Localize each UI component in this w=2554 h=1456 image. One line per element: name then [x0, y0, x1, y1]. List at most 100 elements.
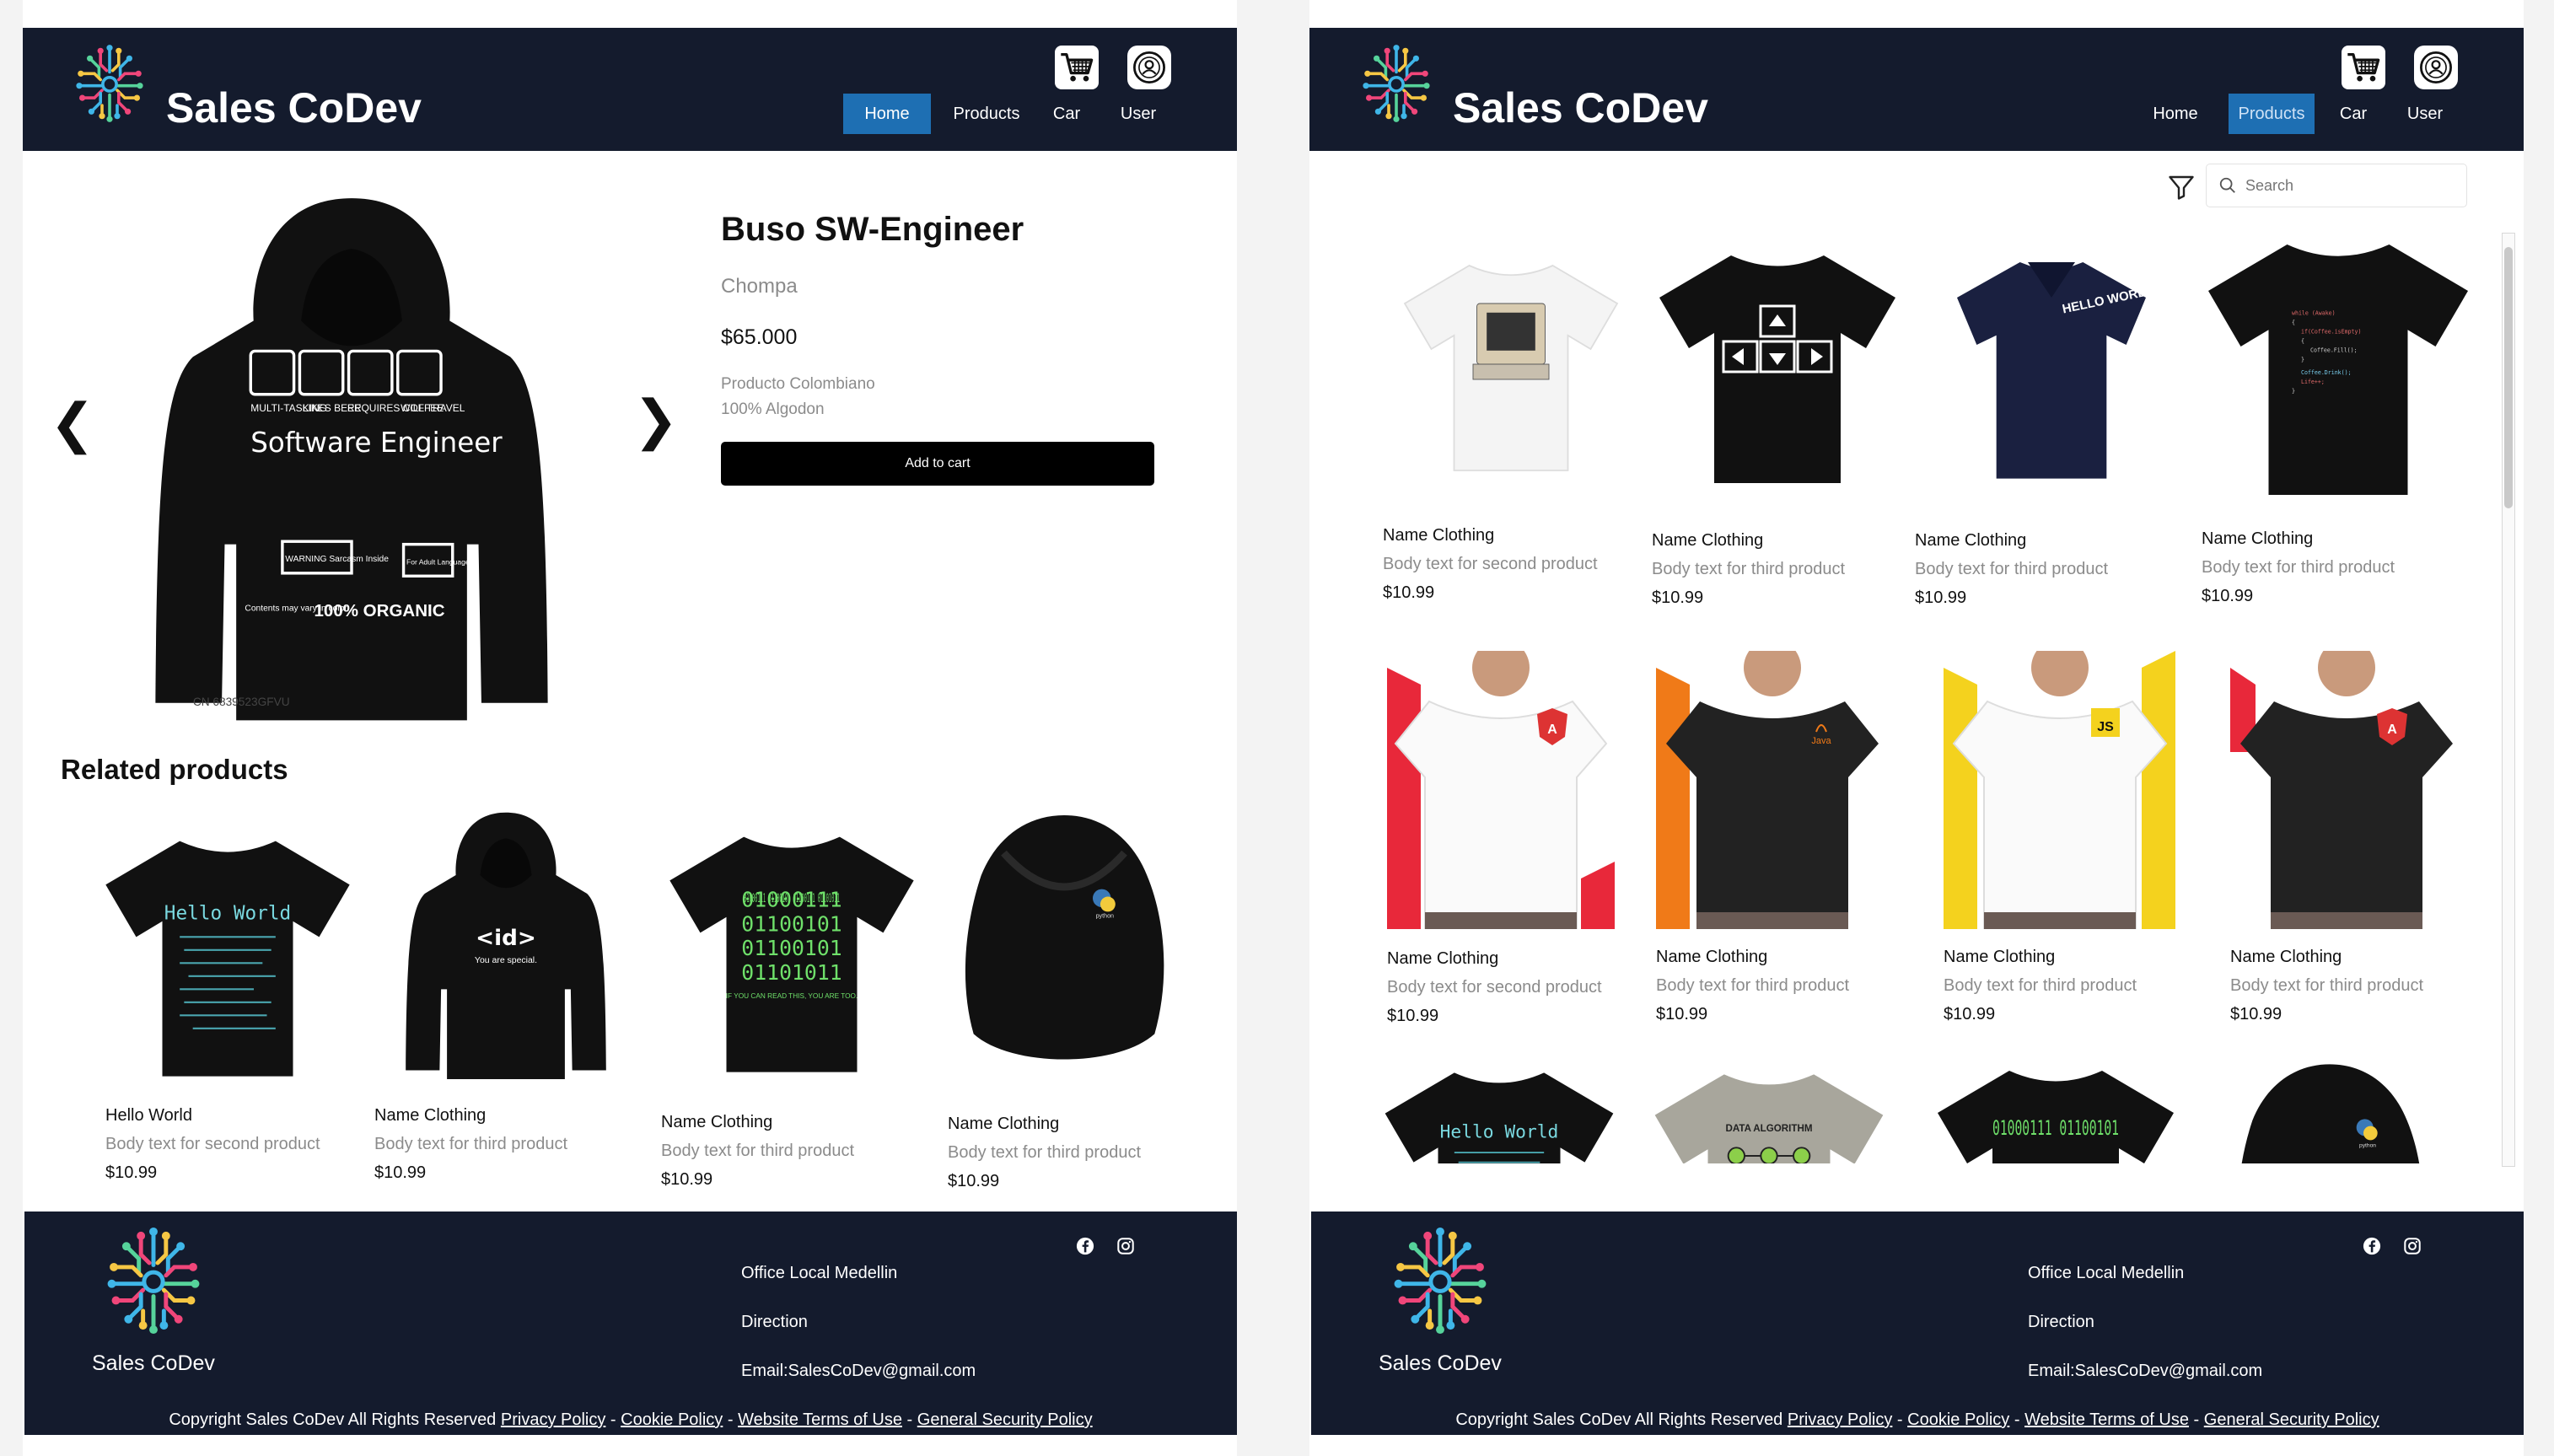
- instagram-icon[interactable]: [1116, 1237, 1135, 1255]
- code-line: if(Coffee.isEmpty): [2301, 329, 2361, 336]
- product-print-text: python: [2359, 1143, 2376, 1149]
- hoodie-print-main: Software Engineer: [250, 427, 503, 459]
- related-product-image[interactable]: Hello World: [97, 819, 358, 1089]
- product-image[interactable]: python: [2220, 1057, 2439, 1163]
- search-input[interactable]: [2245, 176, 2448, 195]
- security-policy-link[interactable]: General Security Policy: [917, 1410, 1093, 1429]
- hoodie-print-warning: WARNING Sarcasm Inside: [285, 555, 389, 564]
- product-price: $10.99: [1652, 588, 1704, 607]
- product-print-text: 01000111 01100101: [1992, 1116, 2119, 1140]
- product-name: Name Clothing: [2202, 529, 2314, 548]
- scrollbar[interactable]: [2502, 233, 2515, 1167]
- separator: -: [605, 1410, 621, 1429]
- user-icon[interactable]: [2414, 46, 2458, 89]
- product-image[interactable]: Hello World: [1377, 1052, 1621, 1163]
- brand-title[interactable]: Sales CoDev: [166, 83, 422, 132]
- product-image: MULTI-TASKING LIKES BEER REQUIRES COFFEE…: [132, 184, 571, 732]
- footer-copyright: Copyright Sales CoDev All Rights Reserve…: [24, 1410, 1237, 1430]
- product-body: Body text for second product: [1383, 555, 1598, 573]
- related-name: Name Clothing: [661, 1113, 773, 1131]
- footer-email[interactable]: Email:SalesCoDev@gmail.com: [2028, 1362, 2262, 1381]
- instagram-icon[interactable]: [2403, 1237, 2422, 1255]
- add-to-cart-button[interactable]: Add to cart: [721, 442, 1154, 486]
- nav-home[interactable]: Home: [843, 94, 931, 134]
- product-body: Body text for second product: [1387, 978, 1602, 997]
- nav-home[interactable]: Home: [2142, 94, 2209, 134]
- terms-link[interactable]: Website Terms of Use: [2024, 1410, 2189, 1429]
- nav-products[interactable]: Products: [2229, 94, 2315, 134]
- product-name: Name Clothing: [2230, 948, 2342, 966]
- footer-logo[interactable]: [99, 1223, 208, 1338]
- search-box[interactable]: [2206, 164, 2467, 207]
- brand-logo[interactable]: [1358, 40, 1434, 127]
- nav-user[interactable]: User: [1109, 94, 1168, 134]
- carousel-prev-icon[interactable]: ❮: [50, 396, 95, 450]
- code-line: {: [2301, 338, 2304, 345]
- cookie-policy-link[interactable]: Cookie Policy: [1907, 1410, 2009, 1429]
- product-image[interactable]: DATA ALGORITHM: [1647, 1054, 1891, 1163]
- code-line: while (Awake): [2292, 310, 2336, 317]
- carousel-next-icon[interactable]: ❯: [633, 393, 679, 447]
- code-line: {: [2292, 320, 2295, 326]
- product-description-material: 100% Algodon: [721, 400, 825, 418]
- hoodie-label-travel: WILL TRAVEL: [401, 402, 465, 414]
- brand-logo[interactable]: [72, 40, 148, 127]
- footer-email[interactable]: Email:SalesCoDev@gmail.com: [741, 1362, 976, 1381]
- product-image[interactable]: JS: [1944, 651, 2175, 929]
- cookie-policy-link[interactable]: Cookie Policy: [621, 1410, 723, 1429]
- related-body: Body text for third product: [948, 1143, 1142, 1162]
- product-image[interactable]: [1651, 226, 1904, 504]
- product-image[interactable]: [1397, 221, 1625, 508]
- nav-products[interactable]: Products: [942, 94, 1031, 134]
- product-name: Name Clothing: [1944, 948, 2056, 966]
- product-image[interactable]: HELLO WORLD: [1933, 229, 2170, 508]
- footer: Sales CoDev Office Local Medellin Direct…: [24, 1212, 1237, 1435]
- related-body: Body text for third product: [374, 1135, 568, 1153]
- related-product-image[interactable]: python: [950, 808, 1178, 1079]
- filter-icon[interactable]: [2166, 172, 2196, 202]
- privacy-policy-link[interactable]: Privacy Policy: [1788, 1410, 1892, 1429]
- product-image[interactable]: A: [1387, 651, 1615, 929]
- footer-logo[interactable]: [1385, 1223, 1495, 1338]
- search-icon: [2219, 177, 2235, 193]
- related-product-image[interactable]: <id> You are special.: [392, 805, 620, 1085]
- scrollbar-thumb[interactable]: [2504, 247, 2513, 508]
- product-name: Name Clothing: [1387, 949, 1499, 968]
- security-policy-link[interactable]: General Security Policy: [2204, 1410, 2379, 1429]
- privacy-policy-link[interactable]: Privacy Policy: [501, 1410, 605, 1429]
- header: Sales CoDev Home Products Car User: [1309, 28, 2524, 151]
- separator: -: [2188, 1410, 2204, 1429]
- facebook-icon[interactable]: [2363, 1237, 2381, 1255]
- related-name: Name Clothing: [948, 1115, 1060, 1133]
- related-price: $10.99: [948, 1172, 1000, 1190]
- code-line: Coffee.Fill();: [2310, 347, 2358, 354]
- product-name: Name Clothing: [1383, 526, 1495, 545]
- terms-link[interactable]: Website Terms of Use: [738, 1410, 902, 1429]
- product-image[interactable]: 01000111 01100101: [1929, 1054, 2182, 1163]
- product-description-origin: Producto Colombiano: [721, 375, 875, 393]
- copyright-text: Copyright Sales CoDev All Rights Reserve…: [1455, 1410, 1788, 1429]
- brand-title[interactable]: Sales CoDev: [1453, 83, 1708, 132]
- facebook-icon[interactable]: [1076, 1237, 1094, 1255]
- product-image[interactable]: while (Awake) { if(Coffee.isEmpty) { Cof…: [2199, 226, 2477, 504]
- code-line: Life++;: [2301, 379, 2325, 385]
- related-print-subtext: IF YOU CAN READ THIS, YOU ARE TOO.: [726, 992, 858, 1000]
- separator: -: [1892, 1410, 1908, 1429]
- user-icon[interactable]: [1127, 46, 1171, 89]
- nav-user[interactable]: User: [2395, 94, 2455, 134]
- nav-car[interactable]: Car: [2330, 94, 2377, 134]
- product-print-text: Hello World: [1440, 1122, 1559, 1143]
- cart-icon[interactable]: [1055, 46, 1099, 89]
- product-price: $10.99: [1656, 1005, 1708, 1023]
- angular-icon: A: [2387, 723, 2397, 737]
- related-product-image[interactable]: 01000111 01100101 01100101 01101011 0100…: [661, 816, 922, 1084]
- product-image[interactable]: A: [2230, 651, 2463, 929]
- cart-icon[interactable]: [2342, 46, 2385, 89]
- binary-line-1: 01000111: [741, 887, 841, 911]
- related-products-title: Related products: [61, 754, 288, 785]
- product-image[interactable]: Java: [1656, 651, 1889, 929]
- related-print-text: Hello World: [164, 903, 291, 925]
- nav-car[interactable]: Car: [1043, 94, 1090, 134]
- related-name: Name Clothing: [374, 1106, 487, 1125]
- hoodie-print-rating: For Adult Language: [406, 558, 470, 567]
